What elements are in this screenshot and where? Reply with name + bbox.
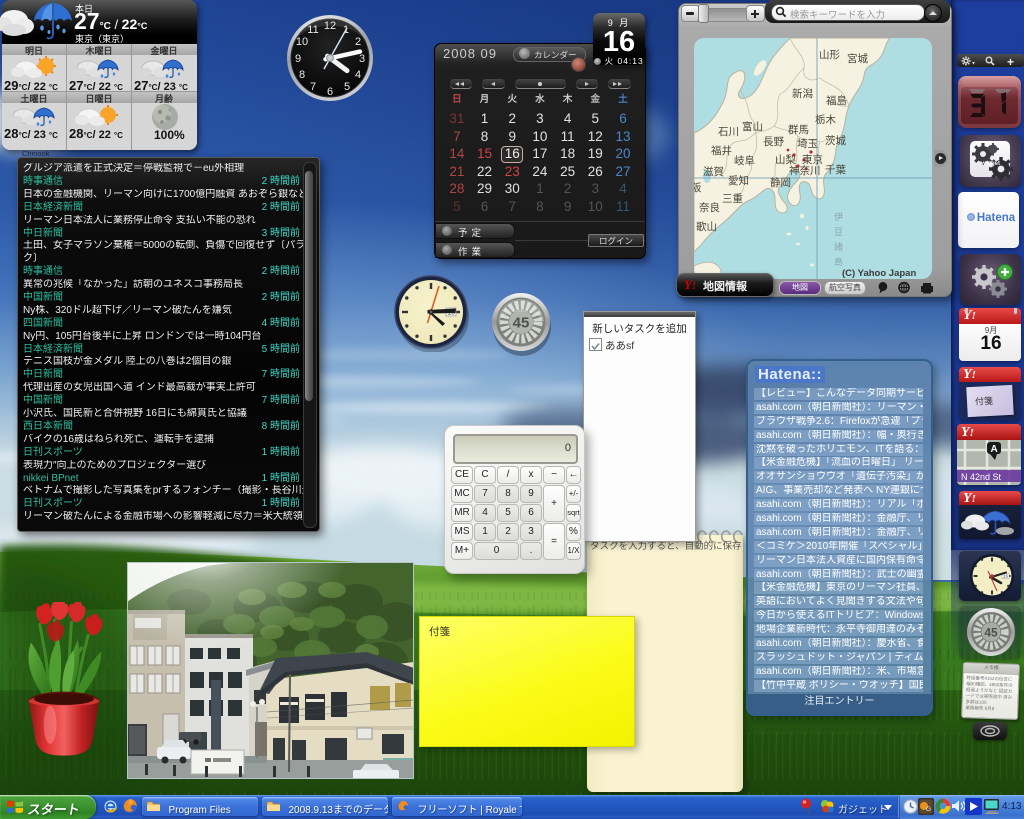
svg-text:諸: 諸 bbox=[834, 241, 843, 252]
svg-text:石川: 石川 bbox=[718, 126, 739, 138]
svg-text:富山: 富山 bbox=[742, 120, 763, 133]
svg-text:10: 10 bbox=[296, 36, 308, 48]
svg-text:45: 45 bbox=[984, 626, 998, 640]
svg-text:宮城: 宮城 bbox=[847, 52, 868, 65]
svg-text:長野: 長野 bbox=[763, 136, 784, 148]
svg-text:12: 12 bbox=[324, 20, 336, 32]
svg-text:神奈川: 神奈川 bbox=[789, 164, 821, 177]
svg-text:千葉: 千葉 bbox=[825, 163, 846, 176]
svg-text:6: 6 bbox=[327, 86, 333, 98]
svg-text:45: 45 bbox=[513, 315, 530, 332]
svg-text:栃木: 栃木 bbox=[815, 113, 836, 126]
svg-text:11: 11 bbox=[307, 24, 318, 36]
svg-text:伊: 伊 bbox=[834, 211, 843, 222]
svg-text:豆: 豆 bbox=[834, 227, 843, 237]
svg-text:(C) Yahoo Japan: (C) Yahoo Japan bbox=[842, 268, 916, 279]
svg-text:福島: 福島 bbox=[826, 94, 847, 107]
svg-text:8: 8 bbox=[299, 69, 305, 81]
svg-text:9: 9 bbox=[295, 53, 301, 65]
svg-text:7: 7 bbox=[310, 81, 316, 93]
svg-text:N 42nd St: N 42nd St bbox=[961, 472, 1002, 482]
svg-text:愛知: 愛知 bbox=[728, 174, 749, 187]
svg-text:茨城: 茨城 bbox=[825, 134, 846, 147]
svg-text:福井: 福井 bbox=[711, 144, 732, 157]
svg-text:阪: 阪 bbox=[694, 181, 702, 194]
svg-text:山形: 山形 bbox=[819, 49, 840, 61]
svg-text:新潟: 新潟 bbox=[792, 87, 813, 100]
svg-text:16: 16 bbox=[1003, 574, 1009, 579]
svg-text:A: A bbox=[991, 444, 998, 455]
svg-text:三重: 三重 bbox=[722, 192, 743, 205]
svg-text:岐阜: 岐阜 bbox=[734, 154, 755, 167]
svg-text:静岡: 静岡 bbox=[770, 176, 791, 189]
svg-text:歌山: 歌山 bbox=[696, 220, 717, 233]
svg-text:島: 島 bbox=[834, 256, 843, 267]
svg-text:4: 4 bbox=[355, 69, 361, 81]
svg-text:5: 5 bbox=[344, 81, 350, 93]
svg-text:奈良: 奈良 bbox=[699, 201, 720, 214]
svg-text:3: 3 bbox=[359, 53, 365, 65]
svg-text:群馬: 群馬 bbox=[788, 123, 809, 136]
svg-text:埼玉: 埼玉 bbox=[797, 137, 818, 150]
svg-text:滋賀: 滋賀 bbox=[703, 165, 724, 178]
svg-text:G: G bbox=[926, 806, 931, 813]
svg-text:2: 2 bbox=[355, 36, 361, 48]
